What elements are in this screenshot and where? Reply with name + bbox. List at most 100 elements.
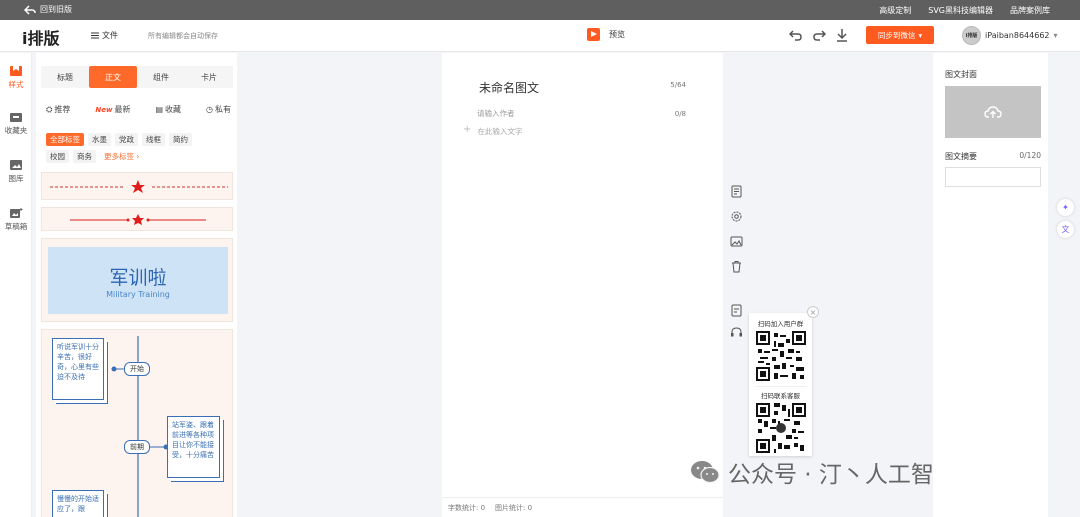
user-menu[interactable]: i排版 iPaiban8644662 ▾ <box>962 26 1058 45</box>
back-arrow-icon <box>24 4 36 15</box>
image-icon <box>10 160 22 170</box>
top-bar: 回到旧版 高级定制 SVG黑科技编辑器 品牌案例库 <box>0 0 1080 20</box>
summary-input[interactable] <box>945 167 1041 187</box>
note-icon[interactable] <box>730 304 743 317</box>
timeline-box-3: 慢慢的开始适应了，跟 <box>52 490 104 517</box>
document-icon[interactable] <box>730 185 743 198</box>
tag-ink[interactable]: 水墨 <box>88 133 111 146</box>
floating-tools: ✦ 文 <box>1057 199 1074 243</box>
clock-icon: ◷ <box>206 105 213 114</box>
editor-footer: 字数统计: 0 图片统计: 0 <box>442 497 723 517</box>
word-count: 字数统计: 0 <box>448 503 486 512</box>
tag-business[interactable]: 商务 <box>73 150 96 163</box>
tag-campus[interactable]: 校园 <box>46 150 69 163</box>
wechat-icon <box>691 461 720 484</box>
left-rail: 样式 收藏夹 图库 草稿箱 <box>0 53 32 517</box>
username: iPaiban8644662 <box>985 31 1050 40</box>
subtab-latest[interactable]: New 最新 <box>95 104 130 115</box>
ai-sparkle-icon[interactable]: ✦ <box>1057 199 1074 216</box>
play-icon <box>587 28 600 41</box>
custom-link[interactable]: 高级定制 <box>879 5 911 16</box>
trash-icon[interactable] <box>730 260 743 273</box>
style-icon <box>10 66 22 76</box>
recommend-icon: ⛭ <box>46 104 53 114</box>
body-input[interactable]: + 在此输入文字 <box>463 125 522 137</box>
history-tools <box>788 27 849 43</box>
customer-service-label: 扫码联系客服 <box>761 392 800 400</box>
divider-template-line-star[interactable] <box>41 207 233 231</box>
author-char-count: 0/8 <box>674 110 686 118</box>
download-icon[interactable] <box>835 27 849 43</box>
timeline-box-1: 听说军训十分辛苦，很好奇，心里有些迫不及待 <box>52 338 104 400</box>
headset-icon[interactable] <box>730 326 743 339</box>
timeline-box-2: 站军姿、跟着前进等各种项目让你不能接受，十分痛苦 <box>167 416 220 478</box>
side-tools-lower <box>730 304 743 339</box>
back-label: 回到旧版 <box>40 5 72 14</box>
autosave-hint: 所有编辑都会自动保存 <box>148 32 218 40</box>
rail-item-style[interactable]: 样式 <box>0 65 32 90</box>
draft-icon <box>10 208 23 218</box>
tag-party[interactable]: 党政 <box>115 133 138 146</box>
svg-editor-link[interactable]: SVG黑科技编辑器 <box>928 5 993 16</box>
line-star-divider <box>70 214 206 225</box>
watermark-text: 公众号 · 汀丶人工智能 <box>728 462 957 488</box>
banner-cn: 军训啦 <box>109 266 167 289</box>
settings-icon[interactable] <box>730 210 743 223</box>
summary-label: 图文摘要 <box>945 152 977 161</box>
user-group-label: 扫码加入用户群 <box>757 320 804 328</box>
brand-cases-link[interactable]: 品牌案例库 <box>1010 5 1050 16</box>
title-char-count: 5/64 <box>670 81 686 89</box>
divider-template-dashed-star[interactable] <box>41 172 233 200</box>
back-to-old-version-link[interactable]: 回到旧版 <box>24 4 72 15</box>
author-input[interactable]: 请输入作者 <box>477 108 515 119</box>
subtab-collect[interactable]: ▤ 收藏 <box>155 104 181 115</box>
preview-button[interactable]: 预览 <box>587 28 625 41</box>
tab-title[interactable]: 标题 <box>41 66 89 88</box>
rail-item-gallery[interactable]: 图库 <box>0 159 32 184</box>
article-title-input[interactable]: 未命名图文 <box>479 79 539 96</box>
subtab-private[interactable]: ◷ 私有 <box>206 104 231 115</box>
more-tags-link[interactable]: 更多标签 › <box>100 150 143 163</box>
cover-upload[interactable] <box>945 86 1041 138</box>
tab-cards[interactable]: 卡片 <box>185 66 233 88</box>
tab-components[interactable]: 组件 <box>137 66 185 88</box>
separator <box>754 386 807 387</box>
image-icon[interactable] <box>730 235 743 248</box>
chevron-down-icon: ▾ <box>1053 31 1058 40</box>
logo[interactable]: i排版 <box>22 25 60 49</box>
timeline-start-label: 开始 <box>124 362 150 376</box>
avatar: i排版 <box>962 26 981 45</box>
translate-icon[interactable]: 文 <box>1057 221 1074 238</box>
tag-all[interactable]: 全部标签 <box>46 133 84 146</box>
rail-item-favorites[interactable]: 收藏夹 <box>0 111 32 136</box>
file-menu[interactable]: 文件 <box>91 30 118 41</box>
summary-char-count: 0/120 <box>1019 151 1041 160</box>
close-icon[interactable]: × <box>807 306 819 318</box>
rail-item-drafts[interactable]: 草稿箱 <box>0 207 32 232</box>
user-group-qr-code <box>755 331 806 381</box>
redo-icon[interactable] <box>812 27 827 43</box>
article-editor: 未命名图文 5/64 请输入作者 0/8 + 在此输入文字 字数统计: 0 图片… <box>442 53 723 517</box>
military-training-banner: 军训啦 Military Training <box>48 247 228 314</box>
right-panel: 图文封面 图文摘要 0/120 <box>933 53 1048 517</box>
top-links: 高级定制 SVG黑科技编辑器 品牌案例库 <box>879 5 1050 16</box>
timeline-template[interactable]: 听说军训十分辛苦，很好奇，心里有些迫不及待 开始 站军姿、跟着前进等各种项目让你… <box>41 329 233 517</box>
banner-template[interactable]: 军训啦 Military Training <box>41 238 233 322</box>
watermark: 公众号 · 汀丶人工智能 <box>690 455 957 489</box>
dashed-star-divider <box>50 180 228 193</box>
header: i排版 文件 所有编辑都会自动保存 预览 同步到微信 ▾ i排版 iPaiban… <box>0 20 1080 52</box>
collect-icon: ▤ <box>155 105 164 114</box>
subtabs: ⛭ 推荐 New 最新 ▤ 收藏 ◷ 私有 <box>46 104 231 115</box>
customer-service-qr-code <box>755 403 806 453</box>
undo-icon[interactable] <box>788 27 803 43</box>
tab-body[interactable]: 正文 <box>89 66 137 88</box>
banner-en: Military Training <box>106 289 170 299</box>
tag-simple[interactable]: 简约 <box>169 133 192 146</box>
cloud-upload-icon <box>984 106 1002 118</box>
sync-to-wechat-button[interactable]: 同步到微信 ▾ <box>866 26 934 44</box>
subtab-recommend[interactable]: ⛭ 推荐 <box>46 104 70 115</box>
tag-filter: 全部标签 水墨 党政 线框 简约 校园 商务 更多标签 › <box>46 133 231 167</box>
tag-frame[interactable]: 线框 <box>142 133 165 146</box>
panel-tabs: 标题 正文 组件 卡片 <box>41 66 233 88</box>
qr-popup: × 扫码加入用户群 扫码联系客服 <box>749 306 819 456</box>
